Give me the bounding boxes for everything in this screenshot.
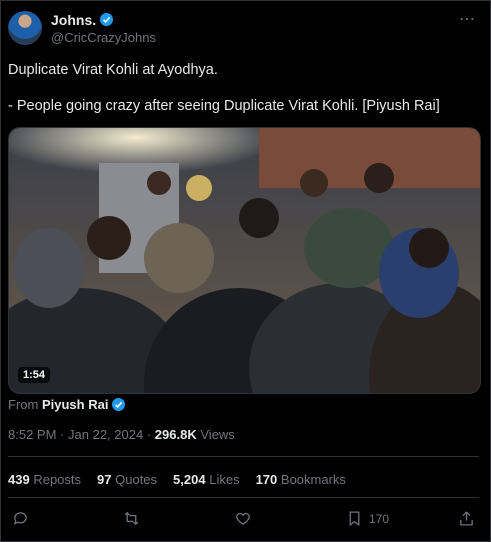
bookmark-button[interactable]: 170 — [346, 510, 389, 527]
tweet-meta: 8:52 PM · Jan 22, 2024 · 296.8K Views — [8, 427, 235, 442]
repost-icon — [124, 511, 139, 526]
video-duration: 1:54 — [18, 367, 51, 383]
quotes-count: 97 — [97, 472, 112, 487]
tweet-header: Johns. @CricCrazyJohns ⋯ — [8, 11, 478, 47]
likes-count: 5,204 — [173, 472, 206, 487]
action-bar: 170 — [8, 510, 479, 534]
verified-badge-icon — [100, 13, 113, 26]
likes-stat[interactable]: 5,204 Likes — [173, 472, 240, 487]
tweet-time[interactable]: 8:52 PM — [8, 427, 56, 442]
heart-icon — [236, 512, 250, 525]
tweet-text-line-1: Duplicate Virat Kohli at Ayodhya. — [8, 62, 218, 78]
divider — [8, 456, 479, 457]
divider — [8, 497, 479, 498]
repost-button[interactable] — [122, 510, 141, 527]
video-frame — [9, 128, 480, 393]
views-count: 296.8K — [154, 427, 197, 442]
more-icon[interactable]: ⋯ — [459, 9, 476, 29]
bookmarks-count: 170 — [255, 472, 278, 487]
likes-label: Likes — [209, 472, 240, 487]
bookmark-count: 170 — [369, 511, 390, 526]
bookmarks-label: Bookmarks — [280, 472, 346, 487]
tweet-text-line-2: - People going crazy after seeing Duplic… — [8, 98, 440, 114]
media-source: From Piyush Rai — [8, 397, 126, 412]
quotes-stat[interactable]: 97 Quotes — [97, 472, 157, 487]
media-source-prefix: From — [8, 397, 39, 412]
tweet-stats: 439 Reposts 97 Quotes 5,204 Likes 170 Bo… — [8, 472, 346, 487]
author-name[interactable]: Johns. — [51, 12, 96, 28]
share-button[interactable] — [458, 510, 475, 527]
video-player[interactable]: 1:54 — [8, 127, 481, 394]
bookmark-icon — [349, 511, 360, 527]
tweet-date[interactable]: Jan 22, 2024 — [68, 427, 143, 442]
quotes-label: Quotes — [115, 472, 158, 487]
avatar[interactable] — [8, 11, 42, 45]
bookmarks-stat[interactable]: 170 Bookmarks — [256, 472, 346, 487]
meta-separator: · — [146, 427, 152, 442]
like-button[interactable] — [234, 510, 252, 527]
media-source-name[interactable]: Piyush Rai — [42, 397, 108, 412]
verified-badge-icon — [112, 398, 126, 411]
reposts-stat[interactable]: 439 Reposts — [8, 472, 81, 487]
reply-icon — [13, 512, 27, 525]
reply-button[interactable] — [12, 510, 29, 527]
views-label: Views — [200, 427, 235, 442]
meta-separator: · — [60, 427, 65, 442]
share-icon — [460, 511, 473, 526]
reposts-label: Reposts — [33, 472, 82, 487]
reposts-count: 439 — [8, 472, 30, 487]
author-handle[interactable]: @CricCrazyJohns — [51, 30, 156, 45]
